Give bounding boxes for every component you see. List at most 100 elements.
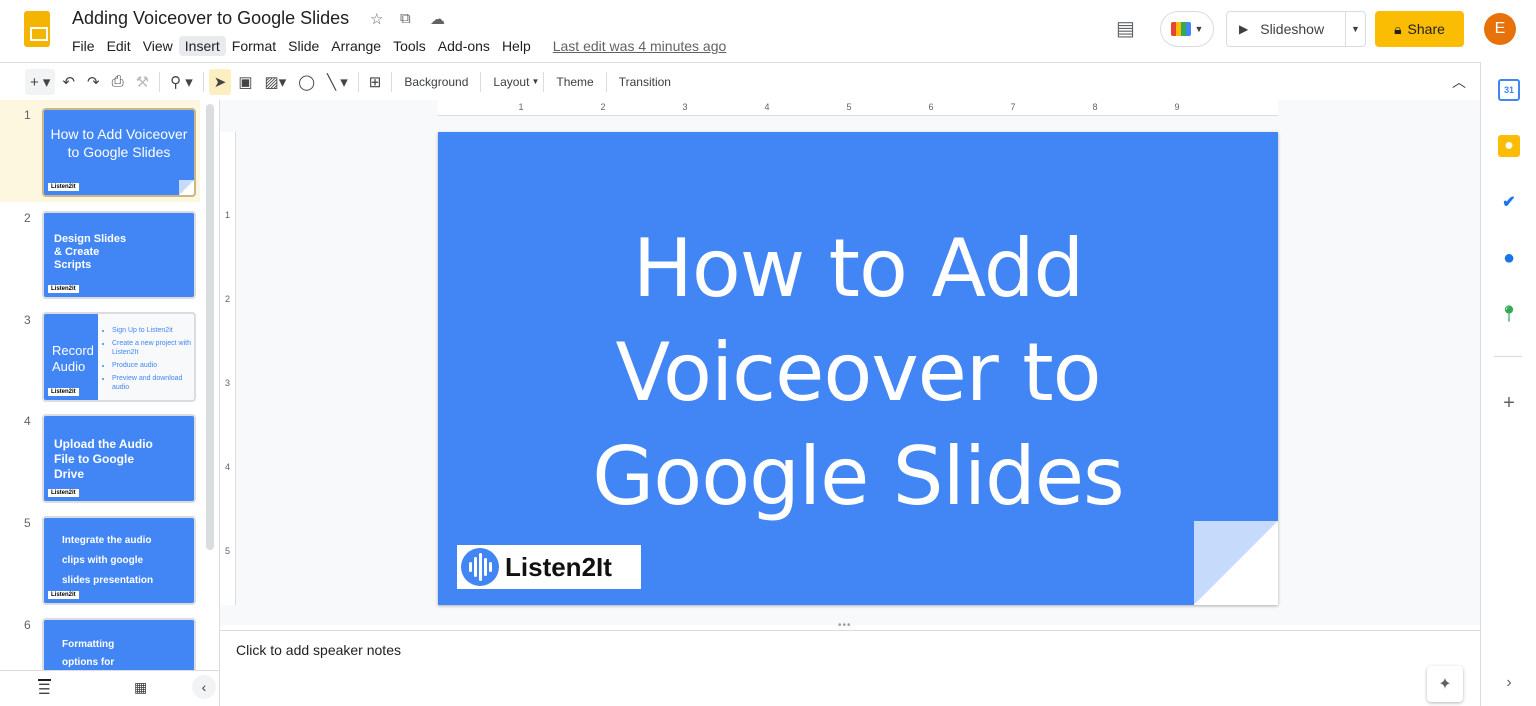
filmstrip-footer: ☰ ▦ ‹ — [0, 670, 220, 706]
side-panel — [1480, 62, 1536, 706]
tasks-icon[interactable]: ✔ — [1498, 191, 1520, 213]
slide-thumbnail-2[interactable]: Design Slides & Create Scripts Listen2it — [42, 211, 196, 299]
thumbnail-logo: Listen2it — [48, 591, 79, 599]
menu-bar: File Edit View Insert Format Slide Arran… — [66, 36, 732, 56]
slide-number: 6 — [24, 618, 31, 632]
transition-button[interactable]: Transition — [611, 71, 679, 93]
star-icon[interactable]: ☆ — [370, 10, 383, 28]
text-box-icon[interactable]: ▣ — [233, 69, 257, 95]
lock-icon: 🔒︎ — [1394, 20, 1402, 37]
layout-button[interactable]: Layout — [485, 71, 537, 93]
menu-addons[interactable]: Add-ons — [432, 36, 496, 56]
background-button[interactable]: Background — [396, 71, 476, 93]
new-slide-button[interactable]: + ▾ — [25, 68, 56, 95]
ruler-label: 4 — [225, 462, 231, 472]
add-addon-icon[interactable]: + — [1498, 392, 1520, 414]
filmstrip-view-icon[interactable]: ☰ — [38, 679, 51, 698]
thumbnail-logo: Listen2it — [48, 183, 79, 191]
ruler-label: 3 — [682, 102, 688, 112]
collapse-toolbar-icon[interactable]: ︿ — [1452, 72, 1466, 92]
keep-icon[interactable]: ● — [1498, 135, 1520, 157]
slide-thumbnail-5[interactable]: Integrate the audio clips with google sl… — [42, 516, 196, 605]
menu-slide[interactable]: Slide — [282, 36, 325, 56]
ruler-label: 3 — [225, 378, 231, 388]
menu-insert[interactable]: Insert — [178, 36, 226, 56]
line-icon[interactable]: ╲ ▾ — [322, 69, 353, 95]
menu-file[interactable]: File — [66, 36, 101, 56]
speaker-notes[interactable] — [220, 630, 1480, 706]
comments-icon[interactable]: ▤ — [1116, 16, 1135, 41]
horizontal-ruler[interactable]: 1 2 3 4 5 6 7 8 9 — [438, 100, 1278, 116]
contacts-icon[interactable]: ● — [1498, 247, 1520, 269]
comment-add-icon[interactable]: ⊞ — [364, 69, 387, 95]
thumbnail-title: Design Slides & Create Scripts — [54, 233, 127, 271]
calendar-icon[interactable]: 31 — [1498, 79, 1520, 101]
page-curl-decoration — [1194, 521, 1278, 605]
speaker-notes-placeholder[interactable]: Click to add speaker notes — [236, 642, 401, 658]
slide-thumbnail-6[interactable]: Formatting options for voiceover on — [42, 618, 196, 678]
thumbnail-title: How to Add Voiceover to Google Slides — [50, 126, 188, 160]
menu-format[interactable]: Format — [226, 36, 282, 56]
undo-icon[interactable]: ↶ — [57, 69, 80, 95]
slide-thumbnail-1[interactable]: How to Add Voiceover to Google Slides Li… — [42, 108, 196, 197]
divider — [480, 71, 482, 92]
vertical-ruler[interactable]: 1 2 3 4 5 — [220, 132, 236, 605]
zoom-icon[interactable]: ⚲ ▾ — [165, 69, 198, 95]
ruler-label: 5 — [846, 102, 852, 112]
ruler-label: 7 — [1010, 102, 1016, 112]
divider — [1494, 356, 1522, 357]
slide-thumbnail-4[interactable]: Upload the Audio File to Google Drive Li… — [42, 414, 196, 503]
slideshow-dropdown[interactable]: ▼ — [1345, 12, 1365, 46]
maps-icon[interactable]: 📍︎ — [1498, 303, 1520, 325]
thumbnail-logo: Listen2it — [48, 285, 79, 293]
avatar[interactable]: E — [1484, 13, 1516, 45]
share-button[interactable]: 🔒︎ Share — [1375, 11, 1464, 47]
slideshow-label: Slideshow — [1260, 21, 1325, 37]
explore-icon[interactable]: ✦ — [1427, 666, 1463, 702]
toolbar: + ▾ ↶ ↷ ⎙ ⚒ ⚲ ▾ ➤ ▣ ▨▾ ◯ ╲ ▾ ⊞ Backgroun… — [0, 62, 1480, 100]
paint-format-icon[interactable]: ⚒ — [131, 69, 154, 95]
slide-thumbnail-3[interactable]: Record Audio Sign Up to Listen2it Create… — [42, 312, 196, 402]
share-label: Share — [1407, 21, 1445, 37]
current-slide[interactable]: How to Add Voiceover to Google Slides Li… — [438, 132, 1278, 605]
slides-logo[interactable] — [24, 11, 50, 47]
meet-icon — [1170, 22, 1191, 36]
thumbnail-title: Record Audio — [52, 343, 94, 374]
cloud-status-icon[interactable]: ☁ — [430, 10, 445, 28]
ruler-label: 5 — [225, 546, 231, 556]
print-icon[interactable]: ⎙ — [107, 69, 129, 94]
menu-tools[interactable]: Tools — [387, 36, 432, 56]
thumbnail-bullet: Preview and download audio — [112, 374, 192, 392]
brand-text: Listen2It — [505, 551, 612, 582]
collapse-filmstrip-icon[interactable]: ‹ — [192, 675, 216, 699]
chevron-down-icon: ▼ — [531, 77, 540, 86]
thumbnail-title: Integrate the audio clips with google sl… — [62, 535, 154, 586]
image-icon[interactable]: ▨▾ — [260, 69, 292, 95]
redo-icon[interactable]: ↷ — [82, 69, 105, 95]
meet-button[interactable]: ▼ — [1160, 11, 1214, 47]
shape-icon[interactable]: ◯ — [293, 69, 320, 95]
select-icon[interactable]: ➤ — [208, 68, 232, 95]
ruler-label: 2 — [225, 294, 231, 304]
notes-resize-handle[interactable]: ••• — [838, 620, 852, 631]
filmstrip-scrollbar[interactable] — [206, 104, 214, 550]
move-folder-icon[interactable]: ⧉ — [400, 10, 411, 27]
menu-help[interactable]: Help — [496, 36, 537, 56]
document-title[interactable]: Adding Voiceover to Google Slides — [72, 8, 349, 29]
divider — [543, 71, 545, 92]
last-edit-link[interactable]: Last edit was 4 minutes ago — [547, 36, 733, 56]
slide-title[interactable]: How to Add Voiceover to Google Slides — [478, 217, 1238, 529]
chevron-down-icon: ▼ — [1194, 24, 1204, 34]
grid-view-icon[interactable]: ▦ — [134, 679, 147, 696]
expand-panel-icon[interactable]: › — [1498, 672, 1520, 694]
divider — [605, 71, 607, 92]
menu-edit[interactable]: Edit — [101, 36, 137, 56]
slideshow-button[interactable]: ▶ Slideshow ▼ — [1226, 11, 1366, 47]
theme-button[interactable]: Theme — [548, 71, 601, 93]
menu-arrange[interactable]: Arrange — [325, 36, 387, 56]
soundwave-icon — [461, 548, 499, 586]
thumbnail-title: Upload the Audio File to Google Drive — [54, 437, 153, 481]
slide-number: 4 — [24, 414, 31, 428]
ruler-label: 8 — [1092, 102, 1098, 112]
menu-view[interactable]: View — [137, 36, 179, 56]
